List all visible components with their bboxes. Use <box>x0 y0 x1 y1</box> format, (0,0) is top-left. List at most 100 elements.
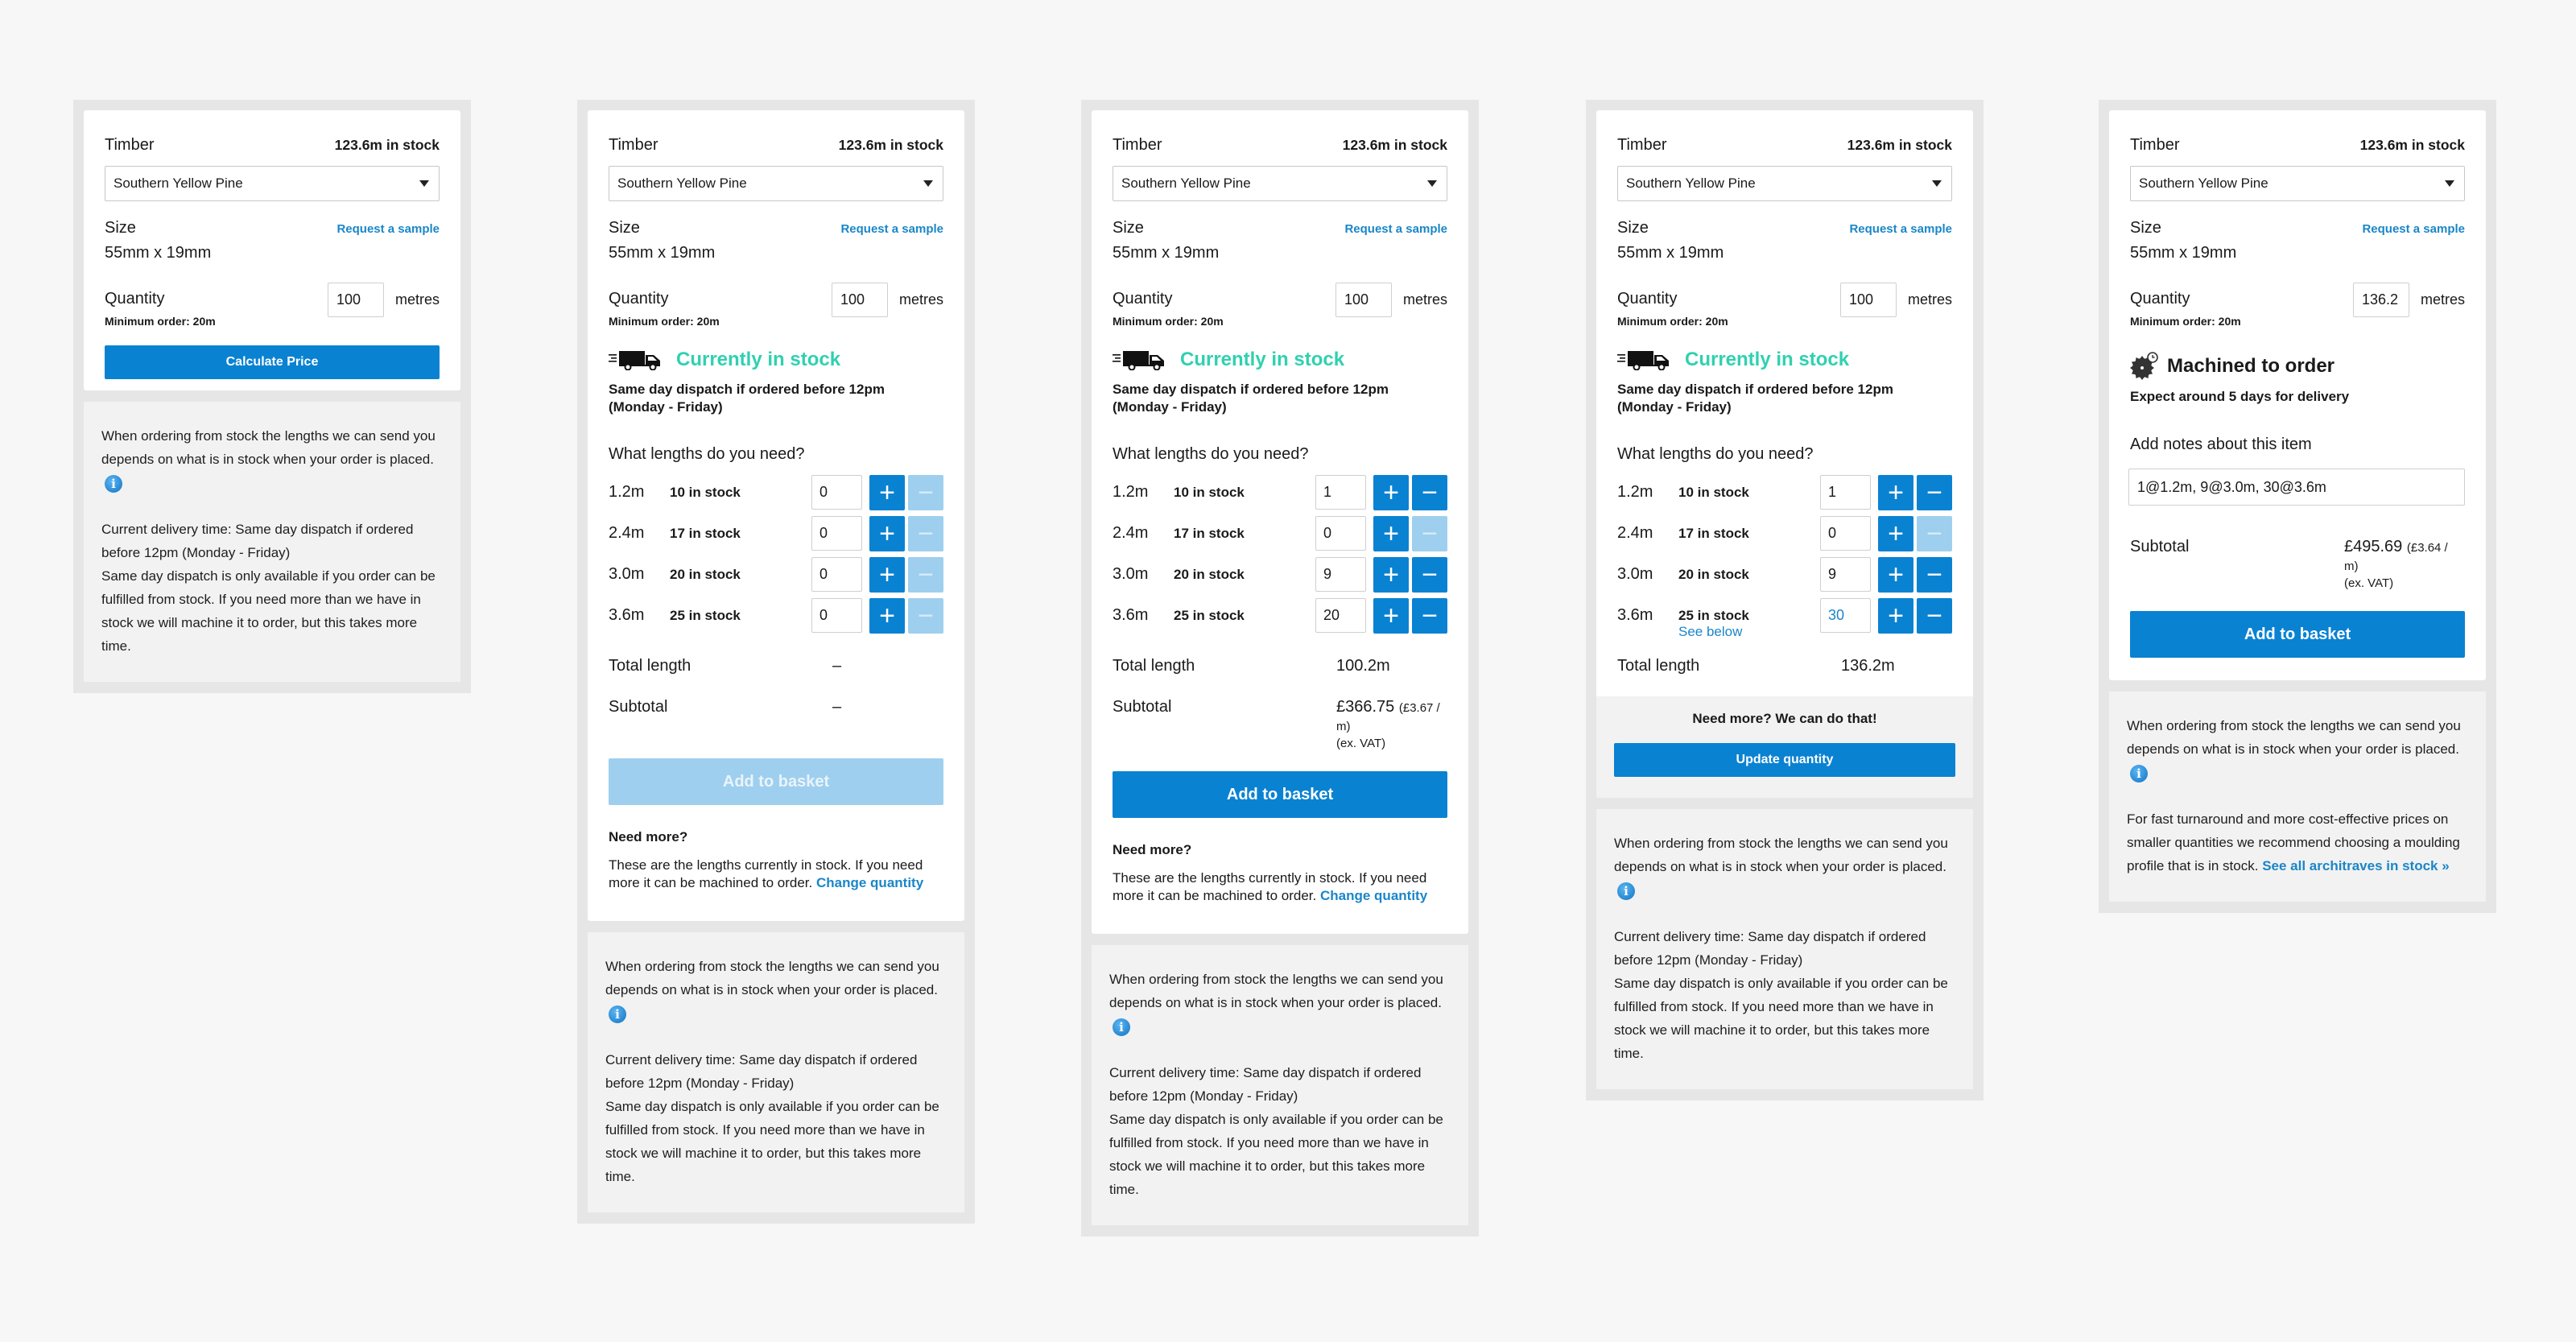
plus-button[interactable]: + <box>869 597 905 634</box>
update-quantity-button[interactable]: Update quantity <box>1614 743 1955 777</box>
length-qty-input[interactable]: 0 <box>1315 516 1366 551</box>
notes-input[interactable]: 1@1.2m, 9@3.0m, 30@3.6m <box>2128 469 2465 506</box>
add-to-basket-button[interactable]: Add to basket <box>1113 771 1447 818</box>
lengths-question: What lengths do you need? <box>609 445 805 463</box>
request-sample-link[interactable]: Request a sample <box>840 222 943 236</box>
length-qty-input[interactable]: 0 <box>811 516 862 551</box>
plus-button[interactable]: + <box>1878 474 1913 510</box>
chevron-down-icon <box>419 180 429 187</box>
length-stock: 20 in stock <box>1174 566 1245 582</box>
length-row: 1.2m 10 in stock 1 + − <box>1617 474 1952 510</box>
length-qty-input[interactable]: 1 <box>1315 475 1366 510</box>
request-sample-link[interactable]: Request a sample <box>2362 222 2465 236</box>
info-icon[interactable]: i <box>1617 882 1635 900</box>
timber-select-value: Southern Yellow Pine <box>1121 175 1251 191</box>
upsell-heading: Need more? We can do that! <box>1692 711 1877 726</box>
request-sample-link[interactable]: Request a sample <box>336 222 440 236</box>
panel-machined-to-order: Timber 123.6m in stock Southern Yellow P… <box>2099 100 2496 913</box>
minus-button[interactable]: − <box>908 597 943 634</box>
plus-button[interactable]: + <box>869 474 905 510</box>
length-qty-input[interactable]: 0 <box>811 557 862 592</box>
stock-status-title: Currently in stock <box>1180 349 1345 370</box>
length-stock: 25 in stock <box>1174 607 1245 623</box>
minus-button[interactable]: − <box>1412 597 1447 634</box>
metres-label: metres <box>1402 291 1447 308</box>
length-qty-input[interactable]: 9 <box>1315 557 1366 592</box>
add-to-basket-button[interactable]: Add to basket <box>2130 611 2465 658</box>
minimum-order: Minimum order: 20m <box>105 315 216 328</box>
plus-button[interactable]: + <box>1878 556 1913 593</box>
length-qty-input[interactable]: 0 <box>811 475 862 510</box>
plus-button[interactable]: + <box>1373 597 1409 634</box>
quantity-input[interactable]: 100 <box>327 282 384 317</box>
change-quantity-link[interactable]: Change quantity <box>1320 888 1427 903</box>
length-qty-input[interactable]: 9 <box>1820 557 1871 592</box>
length-qty-input[interactable]: 0 <box>811 598 862 633</box>
request-sample-link[interactable]: Request a sample <box>1849 222 1952 236</box>
panel-exceeds-stock: Timber 123.6m in stock Southern Yellow P… <box>1586 100 1984 1100</box>
length-row: 2.4m 17 in stock 0 + − <box>1113 515 1447 551</box>
length-stock: 25 in stock <box>1678 607 1749 623</box>
length-qty-input[interactable]: 0 <box>1820 516 1871 551</box>
length-qty-input[interactable]: 20 <box>1315 598 1366 633</box>
subtotal-label: Subtotal <box>609 698 668 716</box>
minus-button[interactable]: − <box>908 515 943 551</box>
info-text-stock: When ordering from stock the lengths we … <box>2127 718 2461 757</box>
minus-button[interactable]: − <box>908 556 943 593</box>
quantity-input[interactable]: 100 <box>831 282 888 317</box>
minus-button[interactable]: − <box>1412 474 1447 510</box>
minus-button[interactable]: − <box>1412 556 1447 593</box>
length-value: 3.0m <box>1113 565 1149 583</box>
quantity-input[interactable]: 136.2 <box>2352 282 2409 317</box>
plus-button[interactable]: + <box>1878 597 1913 634</box>
timber-label: Timber <box>2130 136 2180 154</box>
timber-select[interactable]: Southern Yellow Pine <box>1617 166 1952 201</box>
info-icon[interactable]: i <box>1113 1018 1130 1036</box>
timber-select-value: Southern Yellow Pine <box>1626 175 1756 191</box>
timber-select[interactable]: Southern Yellow Pine <box>609 166 943 201</box>
minus-button[interactable]: − <box>908 474 943 510</box>
info-icon[interactable]: i <box>609 1005 626 1023</box>
plus-button[interactable]: + <box>869 556 905 593</box>
quantity-input[interactable]: 100 <box>1335 282 1392 317</box>
info-icon[interactable]: i <box>2130 764 2148 782</box>
plus-button[interactable]: + <box>1373 556 1409 593</box>
minimum-order: Minimum order: 20m <box>2130 315 2241 328</box>
change-quantity-link[interactable]: Change quantity <box>816 875 923 890</box>
panel-calculate-price: Timber 123.6m in stock Southern Yellow P… <box>73 100 471 693</box>
timber-select[interactable]: Southern Yellow Pine <box>105 166 440 201</box>
delivery-truck-icon <box>1617 351 1669 370</box>
product-config-card: Timber 123.6m in stock Southern Yellow P… <box>2109 110 2486 680</box>
see-all-architraves-link[interactable]: See all architraves in stock » <box>2262 858 2449 873</box>
need-more-heading: Need more? <box>609 829 688 844</box>
minus-button[interactable]: − <box>1917 474 1952 510</box>
minus-button[interactable]: − <box>1917 515 1952 551</box>
plus-button[interactable]: + <box>1878 515 1913 551</box>
see-below-link[interactable]: See below <box>1678 624 1742 640</box>
add-to-basket-button[interactable]: Add to basket <box>609 758 943 805</box>
quantity-input[interactable]: 100 <box>1839 282 1897 317</box>
minimum-order: Minimum order: 20m <box>1113 315 1224 328</box>
plus-button[interactable]: + <box>1373 515 1409 551</box>
subtotal-value: – <box>832 698 842 716</box>
timber-select-value: Southern Yellow Pine <box>617 175 747 191</box>
minus-button[interactable]: − <box>1412 515 1447 551</box>
timber-select[interactable]: Southern Yellow Pine <box>1113 166 1447 201</box>
metres-label: metres <box>394 291 440 308</box>
saw-blade-clock-icon <box>2130 352 2158 380</box>
info-icon[interactable]: i <box>105 474 122 493</box>
info-text-dispatch: Same day dispatch is only available if y… <box>1109 1112 1443 1197</box>
minus-button[interactable]: − <box>1917 556 1952 593</box>
length-qty-input[interactable]: 30 <box>1820 598 1871 633</box>
timber-select[interactable]: Southern Yellow Pine <box>2130 166 2465 201</box>
plus-button[interactable]: + <box>869 515 905 551</box>
subtotal-label: Subtotal <box>1113 698 1172 716</box>
length-qty-input[interactable]: 1 <box>1820 475 1871 510</box>
plus-button[interactable]: + <box>1373 474 1409 510</box>
request-sample-link[interactable]: Request a sample <box>1344 222 1447 236</box>
length-stock: 10 in stock <box>1174 484 1245 500</box>
timber-stock: 123.6m in stock <box>2359 137 2465 153</box>
minus-button[interactable]: − <box>1917 597 1952 634</box>
calculate-price-button[interactable]: Calculate Price <box>105 345 440 379</box>
length-value: 3.6m <box>1113 606 1149 624</box>
